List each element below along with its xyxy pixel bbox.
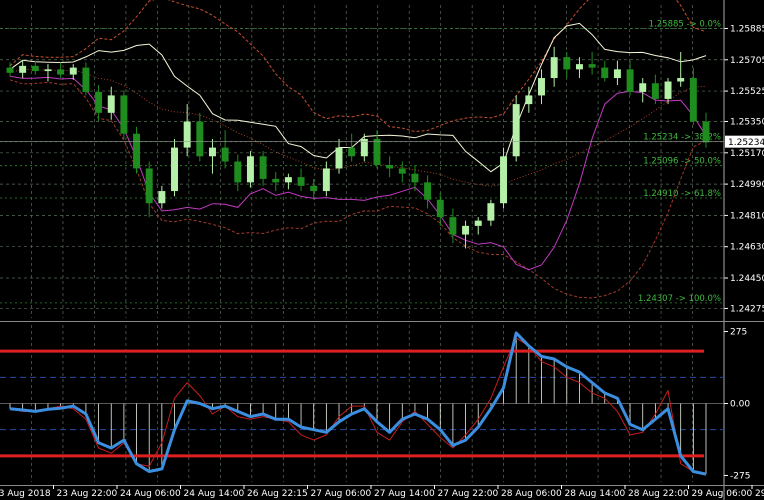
price-tick-label: 1.25350 [730, 118, 764, 128]
fib-level-label: 1.25096 -> 50.0% [643, 157, 721, 167]
time-tick-label: 29 Aug 14:00 [755, 489, 764, 499]
fib-level-label: 1.25885 -> 0.0% [649, 19, 721, 29]
price-tick-label: 1.24810 [730, 211, 764, 221]
price-tick-label: 1.25885 [730, 24, 764, 34]
time-tick-label: 26 Aug 22:15 [247, 489, 308, 499]
candle-body [588, 64, 596, 68]
price-tick-label: 1.24630 [730, 243, 764, 253]
candle-body [145, 168, 153, 204]
osc-tick-label: 0.00 [730, 400, 750, 410]
time-tick-label: 23 Aug 22:00 [57, 489, 118, 499]
candle-body [550, 57, 558, 79]
time-tick-label: 27 Aug 14:00 [374, 489, 435, 499]
candle-body [373, 138, 381, 165]
candle-body [234, 161, 242, 183]
candle-body [259, 156, 267, 179]
candle-body [82, 67, 90, 92]
candle-body [677, 78, 685, 82]
candle-body [183, 121, 191, 148]
candle-body [272, 178, 280, 183]
candle-body [449, 217, 457, 235]
candle-body [474, 220, 482, 226]
candle-body [297, 177, 305, 186]
candle-body [575, 64, 583, 70]
price-tick-label: 1.25705 [730, 56, 764, 66]
current-price-label: 1.25234 [728, 138, 764, 148]
candle-body [538, 78, 545, 96]
osc-tick-label: -275 [730, 471, 750, 481]
candle-body [689, 78, 697, 122]
price-tick-label: 1.24450 [730, 274, 764, 284]
osc-tick-label: 275 [730, 328, 747, 338]
candle-body [436, 199, 444, 218]
candle-body [626, 69, 634, 92]
time-tick-label: 28 Aug 06:00 [501, 489, 562, 499]
candle-body [411, 173, 419, 183]
candle-body [171, 147, 178, 192]
candle-body [500, 156, 508, 204]
fib-level-label: 1.24307 -> 100.0% [638, 294, 721, 304]
candle-body [31, 65, 39, 72]
candle-body [44, 69, 52, 72]
candle-body [487, 203, 495, 221]
candle-body [525, 95, 533, 105]
candle-body [664, 81, 672, 99]
candle-body [133, 133, 141, 169]
candle-body [386, 164, 394, 169]
candle-body [196, 121, 204, 157]
candle-body [158, 191, 166, 204]
candle-body [57, 69, 65, 75]
candle-body [613, 69, 621, 79]
candle-body [208, 147, 216, 157]
time-tick-label: 27 Aug 22:00 [438, 489, 499, 499]
candle-body [462, 225, 470, 235]
candle-body [284, 177, 292, 183]
candle-body [398, 168, 406, 174]
trading-chart: 1.25885 -> 0.0%1.25234 -> 38.2%1.25096 -… [0, 0, 764, 500]
candle-body [639, 83, 647, 92]
candle-body [424, 182, 432, 200]
time-tick-label: 29 Aug 06:00 [692, 489, 753, 499]
candle-body [512, 104, 520, 157]
time-tick-label: 27 Aug 06:00 [311, 489, 372, 499]
time-tick-label: 28 Aug 14:00 [565, 489, 626, 499]
candle-body [246, 156, 254, 183]
fib-level-label: 1.24910 -> 61.8% [643, 189, 721, 199]
price-tick-label: 1.25170 [730, 149, 764, 159]
price-tick-label: 1.24990 [730, 180, 764, 190]
time-tick-label: 24 Aug 06:00 [120, 489, 181, 499]
candle-body [348, 147, 356, 157]
candle-body [95, 91, 103, 113]
time-tick-label: 28 Aug 22:00 [628, 489, 689, 499]
price-tick-label: 1.24275 [730, 304, 764, 314]
candle-body [322, 168, 330, 192]
time-tick-label: 24 Aug 14:00 [184, 489, 245, 499]
candle-body [563, 57, 571, 70]
candle-body [601, 67, 609, 79]
candle-body [310, 185, 318, 192]
candle-body [702, 121, 710, 143]
price-tick-label: 1.25525 [730, 87, 764, 97]
candle-body [107, 95, 115, 113]
candle-body [6, 67, 14, 73]
candle-body [19, 65, 27, 73]
time-tick-label: 23 Aug 2018 [0, 489, 51, 499]
candle-body [221, 147, 229, 162]
candle-body [651, 83, 659, 99]
candle-body [335, 147, 343, 169]
candle-body [120, 95, 128, 134]
candle-body [69, 67, 77, 75]
